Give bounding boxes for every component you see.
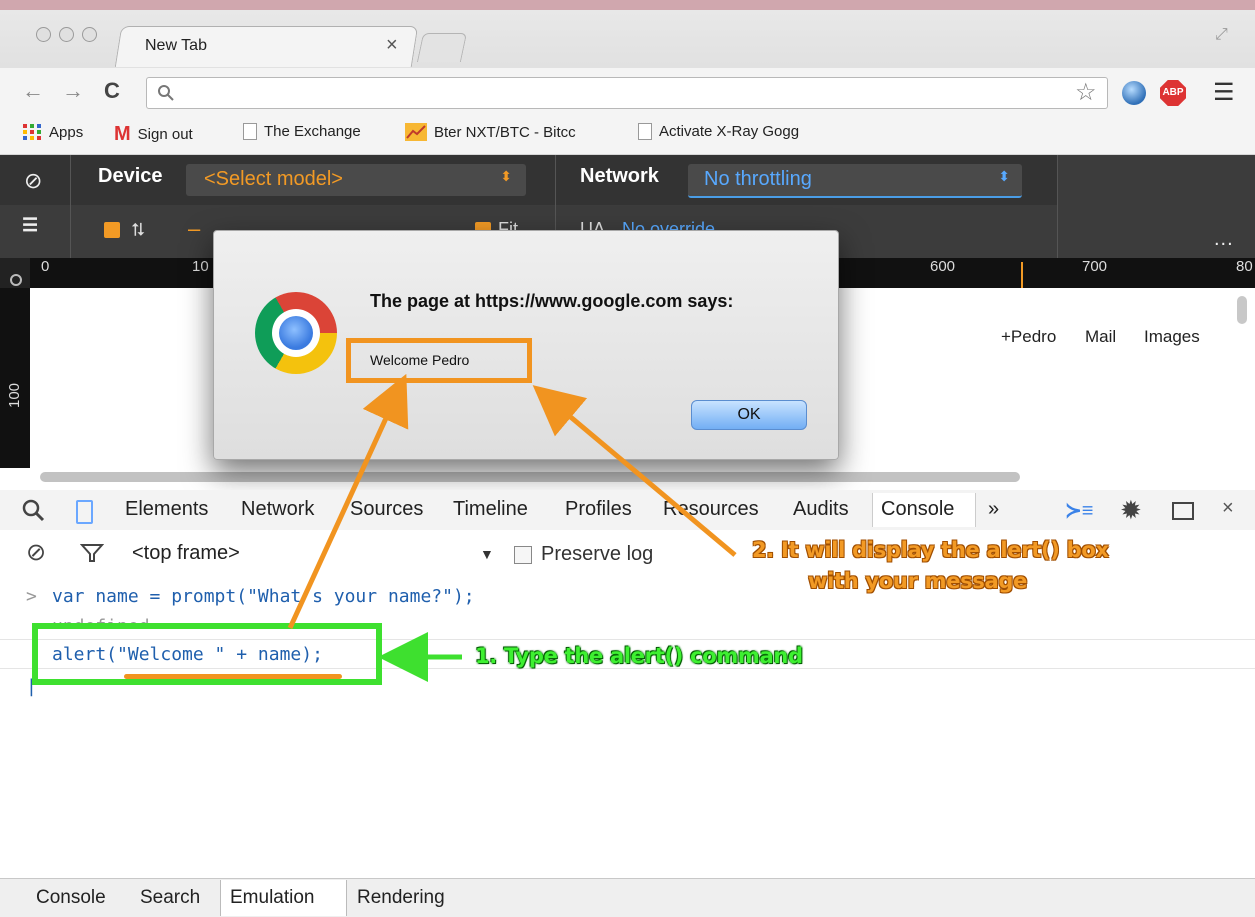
annotation-arrows	[287, 373, 737, 682]
annotation-step-2-line-2: with your message	[808, 569, 1028, 593]
annotation-step-2-line-1: 2. It will display the alert() box	[752, 538, 1109, 562]
arrow-code-to-dialog	[287, 373, 409, 630]
annotation-step-1: 1. Type the alert() command	[475, 644, 803, 668]
arrow-callout-to-dialog	[532, 385, 737, 557]
